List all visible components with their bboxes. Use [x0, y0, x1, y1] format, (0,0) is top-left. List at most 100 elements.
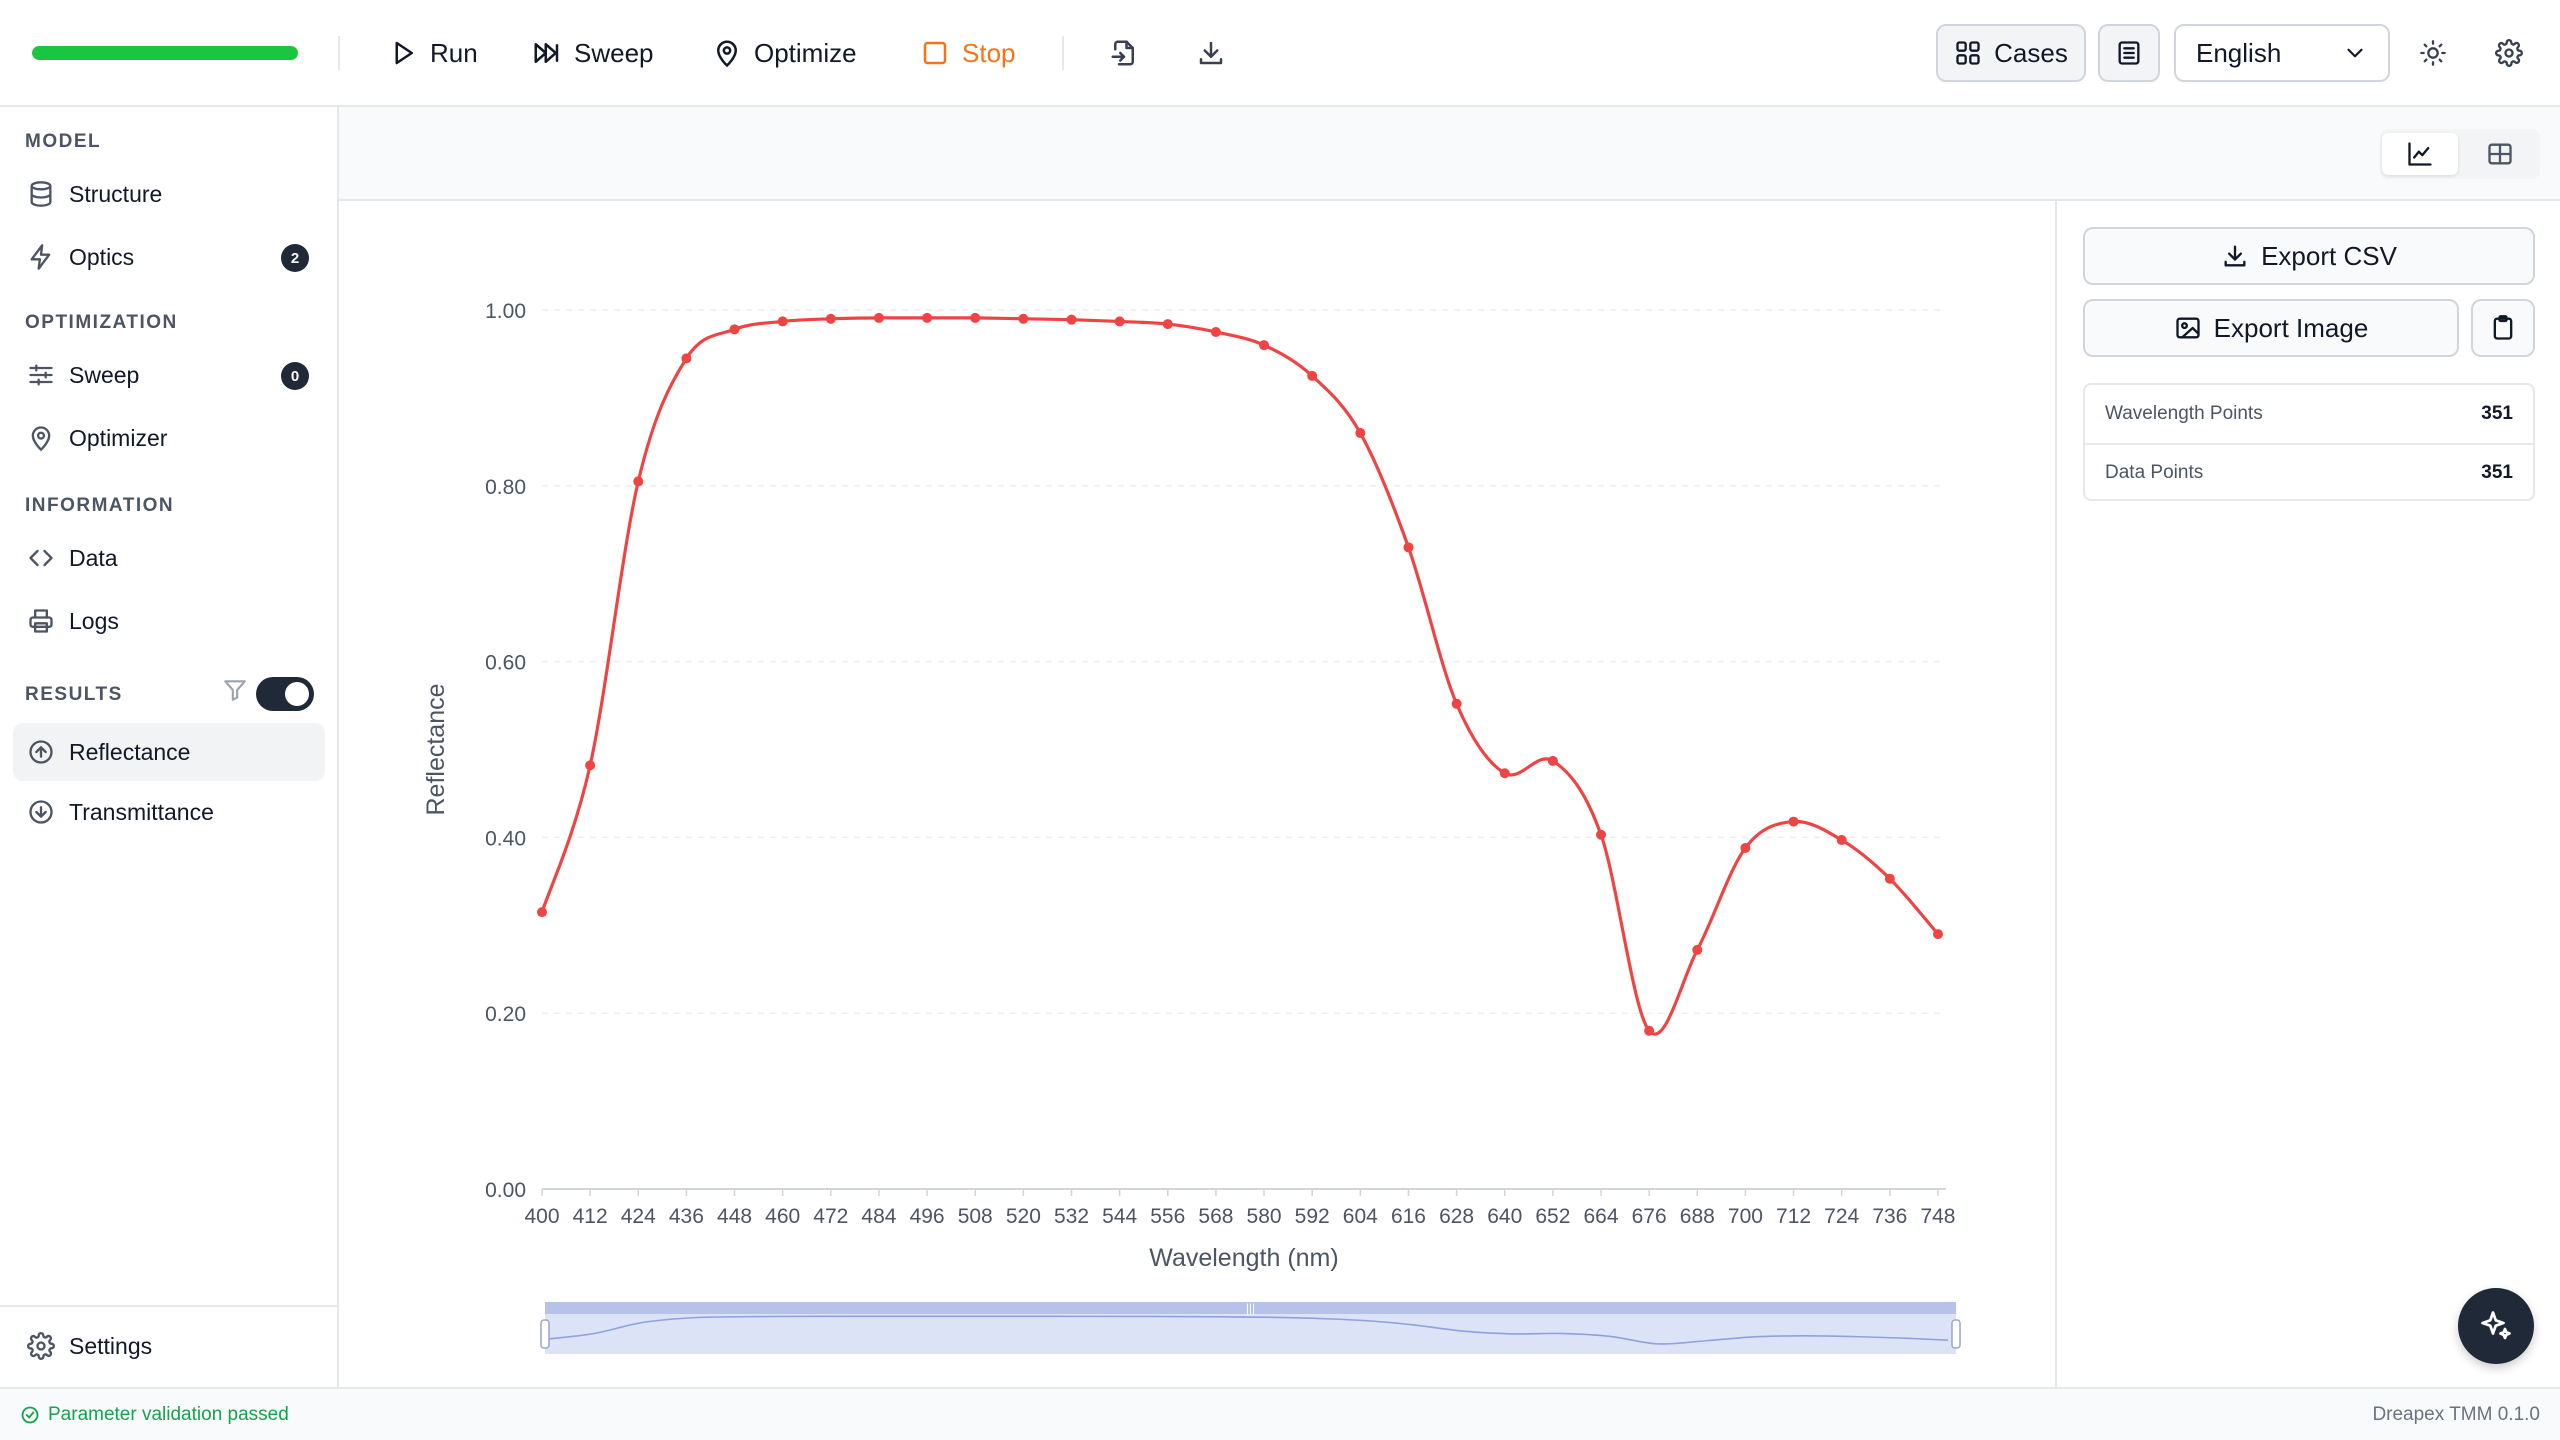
line-chart-icon	[2408, 142, 2432, 166]
sidebar-item-label: Sweep	[69, 361, 140, 388]
section-title-results: RESULTS	[25, 684, 123, 705]
x-tick-label: 520	[1006, 1205, 1041, 1228]
import-button[interactable]	[1105, 34, 1143, 72]
y-tick-label: 0.00	[485, 1179, 526, 1202]
map-pin-icon	[716, 40, 738, 68]
sidebar-item-label: Transmittance	[69, 798, 214, 825]
sidebar-item-transmittance[interactable]: Transmittance	[13, 783, 325, 841]
export-image-button[interactable]: Export Image	[2083, 299, 2459, 357]
x-tick-label: 604	[1343, 1205, 1378, 1228]
data-point[interactable]	[1932, 929, 1943, 940]
stat-label: Wavelength Points	[2105, 403, 2263, 424]
chart-view-button[interactable]	[2382, 133, 2458, 175]
arrow-down-circle-icon	[29, 800, 53, 824]
x-tick-label: 640	[1487, 1205, 1522, 1228]
data-point[interactable]	[1451, 698, 1462, 709]
chart-area: 0.00 0.20 0.40 0.60 0.80 1.00 400 412 424 436 448…	[339, 201, 2055, 1387]
sidebar-item-logs[interactable]: Logs	[13, 592, 325, 650]
data-point[interactable]	[585, 760, 596, 771]
toggle-knob	[285, 682, 309, 706]
data-point[interactable]	[1259, 340, 1270, 351]
data-point[interactable]	[681, 353, 692, 364]
x-tick-label: 508	[958, 1205, 993, 1228]
data-point[interactable]	[1644, 1025, 1655, 1036]
data-point[interactable]	[537, 907, 547, 918]
settings-button[interactable]	[2486, 30, 2532, 76]
download-icon	[2224, 245, 2246, 267]
x-tick-label: 628	[1439, 1205, 1474, 1228]
brush-left-handle[interactable]	[540, 1319, 550, 1349]
data-point[interactable]	[1307, 370, 1318, 381]
sidebar-item-structure[interactable]: Structure	[13, 165, 325, 223]
stat-value: 351	[2481, 403, 2513, 424]
sidebar-item-settings[interactable]: Settings	[13, 1317, 325, 1375]
gear-icon	[2495, 39, 2523, 67]
data-point[interactable]	[729, 324, 740, 335]
data-point[interactable]	[1836, 835, 1847, 846]
run-label: Run	[430, 37, 478, 68]
data-point[interactable]	[1884, 873, 1895, 884]
printer-icon	[29, 609, 53, 633]
data-point[interactable]	[1162, 319, 1173, 330]
status-bar: Parameter validation passed Dreapex TMM …	[0, 1387, 2560, 1440]
results-toggle[interactable]	[256, 677, 314, 711]
data-point[interactable]	[1018, 313, 1029, 324]
sidebar-item-optimizer[interactable]: Optimizer	[13, 409, 325, 467]
data-point[interactable]	[1499, 768, 1510, 779]
data-point[interactable]	[825, 313, 836, 324]
data-point[interactable]	[922, 312, 933, 323]
data-point[interactable]	[1788, 816, 1799, 827]
image-icon	[2176, 317, 2200, 339]
data-point[interactable]	[1355, 428, 1366, 439]
data-point[interactable]	[1066, 314, 1077, 325]
data-point[interactable]	[873, 312, 884, 323]
filter-icon[interactable]	[222, 677, 248, 703]
run-button[interactable]: Run	[388, 30, 478, 76]
export-csv-label: Export CSV	[2261, 240, 2397, 271]
document-button[interactable]	[2098, 24, 2160, 82]
sidebar-item-label: Settings	[69, 1332, 153, 1359]
y-tick-label: 0.20	[485, 1003, 526, 1026]
data-point[interactable]	[633, 476, 644, 487]
sweep-button[interactable]: Sweep	[532, 30, 654, 76]
stop-label: Stop	[962, 37, 1016, 68]
section-title-model: MODEL	[25, 131, 102, 152]
database-icon	[30, 181, 52, 207]
export-csv-button[interactable]: Export CSV	[2083, 227, 2535, 285]
sidebar-item-optics[interactable]: Optics 2	[13, 228, 325, 286]
optimize-button[interactable]: Optimize	[712, 30, 857, 76]
sidebar-item-data[interactable]: Data	[13, 529, 325, 587]
reflectance-chart[interactable]: 0.00 0.20 0.40 0.60 0.80 1.00 400 412 424 436 448…	[339, 201, 2055, 1387]
check-circle-icon	[21, 1406, 39, 1423]
y-tick-label: 0.40	[485, 827, 526, 850]
data-point[interactable]	[1210, 326, 1221, 337]
data-point[interactable]	[777, 316, 788, 327]
sidebar-item-reflectance[interactable]: Reflectance	[13, 723, 325, 781]
x-tick-label: 460	[765, 1205, 800, 1228]
data-point[interactable]	[1547, 755, 1558, 766]
x-tick-label: 664	[1583, 1205, 1618, 1228]
download-button[interactable]	[1192, 34, 1230, 72]
sidebar-item-sweep[interactable]: Sweep 0	[13, 346, 325, 404]
data-point[interactable]	[1403, 542, 1414, 553]
stop-button[interactable]: Stop	[920, 30, 1016, 76]
ai-assistant-button[interactable]	[2458, 1288, 2534, 1364]
zoom-brush[interactable]: |||	[540, 1301, 1961, 1354]
optics-count-badge: 2	[281, 244, 309, 272]
x-tick-label: 580	[1247, 1205, 1282, 1228]
table-view-button[interactable]	[2462, 133, 2538, 175]
sidebar-item-label: Optimizer	[69, 424, 168, 451]
copy-clipboard-button[interactable]	[2471, 299, 2535, 357]
x-tick-label: 412	[573, 1205, 608, 1228]
cases-button[interactable]: Cases	[1936, 24, 2086, 82]
language-select[interactable]: English	[2174, 24, 2390, 82]
data-point[interactable]	[970, 312, 981, 323]
brush-right-handle[interactable]	[1951, 1319, 1961, 1349]
theme-toggle[interactable]	[2410, 30, 2456, 76]
data-point[interactable]	[1740, 842, 1751, 853]
data-point[interactable]	[1692, 944, 1703, 955]
data-point[interactable]	[1114, 316, 1125, 327]
zap-icon	[30, 244, 51, 270]
data-point[interactable]	[1596, 829, 1607, 840]
x-tick-label: 676	[1632, 1205, 1667, 1228]
